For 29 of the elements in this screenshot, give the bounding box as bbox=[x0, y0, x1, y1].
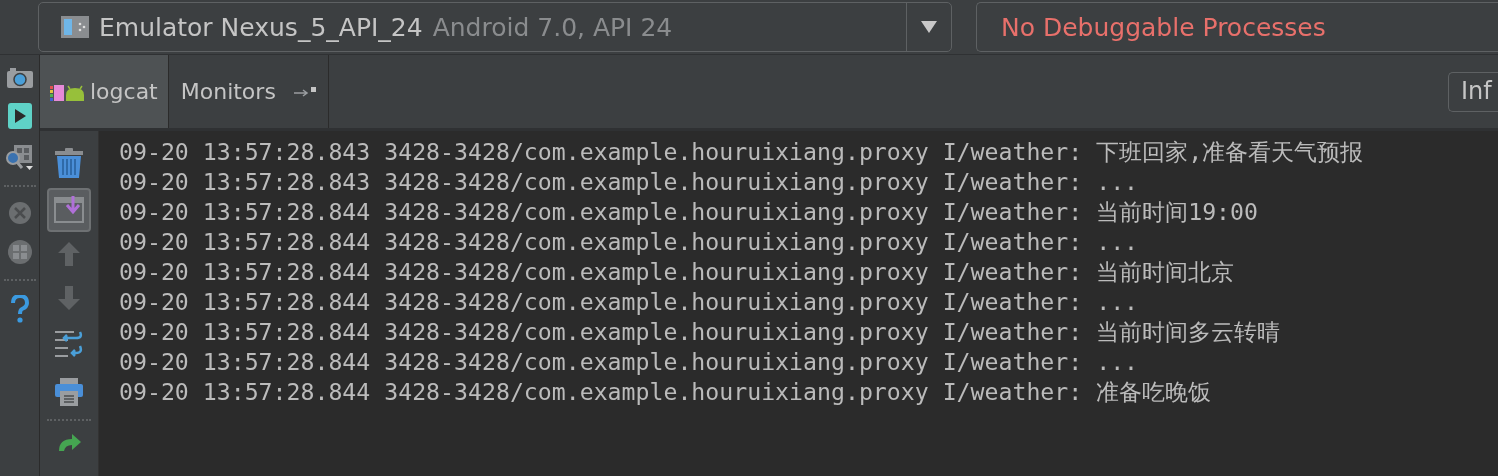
device-detail: Android 7.0, API 24 bbox=[432, 12, 673, 42]
log-level-dropdown[interactable]: Inf bbox=[1448, 71, 1498, 112]
log-line: 09-20 13:57:28.844 3428-3428/com.example.houruixiang.proxy I/weather: 当前时间北京 bbox=[119, 257, 1236, 287]
grid-circle-icon[interactable] bbox=[6, 239, 33, 265]
scroll-to-end-button[interactable] bbox=[47, 188, 91, 232]
camera-icon[interactable] bbox=[6, 67, 33, 89]
process-dropdown[interactable]: No Debuggable Processes bbox=[976, 2, 1498, 52]
help-icon[interactable] bbox=[10, 295, 29, 323]
tab[interactable]: logcat bbox=[40, 55, 169, 128]
log-line: 09-20 13:57:28.844 3428-3428/com.example.houruixiang.proxy I/weather: ... bbox=[119, 347, 1140, 377]
log-line: 09-20 13:57:28.844 3428-3428/com.example.houruixiang.proxy I/weather: 当前时间19:00 bbox=[119, 197, 1259, 227]
close-icon[interactable] bbox=[7, 201, 32, 225]
magnifier-icon[interactable] bbox=[5, 143, 34, 171]
device-dropdown[interactable]: Emulator Nexus_5_API_24 Android 7.0, API 24 bbox=[38, 2, 952, 52]
wrap-icon[interactable] bbox=[54, 329, 84, 359]
pin-arrow-icon[interactable] bbox=[293, 85, 318, 98]
log-line: 09-20 13:57:28.844 3428-3428/com.example.houruixiang.proxy I/weather: 当前时间多云转晴 bbox=[119, 317, 1282, 347]
device-name: Emulator Nexus_5_API_24 bbox=[99, 12, 423, 42]
log-line: 09-20 13:57:28.844 3428-3428/com.example.houruixiang.proxy I/weather: ... bbox=[119, 287, 1140, 317]
redo-arrow-icon[interactable] bbox=[56, 433, 82, 451]
log-line: 09-20 13:57:28.844 3428-3428/com.example.houruixiang.proxy I/weather: 准备吃晚饭 bbox=[119, 377, 1213, 407]
dropdown-arrow-icon[interactable] bbox=[921, 21, 937, 33]
printer-icon[interactable] bbox=[54, 377, 84, 407]
log-line: 09-20 13:57:28.844 3428-3428/com.example.houruixiang.proxy I/weather: ... bbox=[119, 227, 1140, 257]
log-line: 09-20 13:57:28.843 3428-3428/com.example.houruixiang.proxy I/weather: 下班回家,准备看天气预报 bbox=[119, 137, 1365, 167]
run-icon[interactable] bbox=[7, 103, 32, 129]
trash-icon[interactable] bbox=[54, 147, 84, 179]
log-line: 09-20 13:57:28.843 3428-3428/com.example.houruixiang.proxy I/weather: ... bbox=[119, 167, 1140, 197]
device-icon bbox=[61, 16, 89, 38]
